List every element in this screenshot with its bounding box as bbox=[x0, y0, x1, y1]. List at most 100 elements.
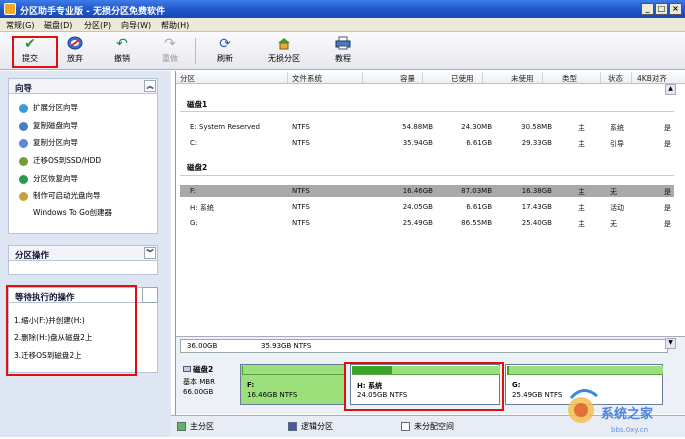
table-cell: NTFS bbox=[292, 219, 310, 227]
table-cell: 35.94GB bbox=[402, 139, 433, 147]
col-type[interactable]: 类型 bbox=[562, 73, 577, 84]
menu-general[interactable]: 常规(G) bbox=[6, 20, 34, 31]
redo-button[interactable]: ↷ 重做 bbox=[150, 34, 190, 68]
legend-primary: 主分区 bbox=[177, 421, 214, 432]
expand-icon[interactable]: ︾ bbox=[144, 247, 156, 259]
menu-wizard[interactable]: 向导(W) bbox=[121, 20, 151, 31]
disk2-info[interactable]: 磁盘2 基本 MBR 66.00GB bbox=[183, 364, 239, 405]
disk2-map-type: 基本 MBR bbox=[183, 378, 215, 386]
table-cell: C: bbox=[190, 139, 198, 147]
prev-disk-fs: 35.93GB NTFS bbox=[261, 342, 312, 350]
legend-logical-swatch bbox=[288, 422, 297, 431]
table-cell: 25.40GB bbox=[521, 219, 552, 227]
discard-icon bbox=[66, 36, 84, 52]
disk1-title: 磁盘1 bbox=[187, 100, 208, 109]
col-4k-aligned[interactable]: 4KB对齐 bbox=[637, 73, 667, 84]
legend-primary-swatch bbox=[177, 422, 186, 431]
table-cell: NTFS bbox=[292, 203, 310, 211]
disk2-map-name: 磁盘2 bbox=[183, 364, 239, 375]
table-cell: 29.33GB bbox=[521, 139, 552, 147]
col-status[interactable]: 状态 bbox=[608, 73, 623, 84]
menu-help[interactable]: 帮助(H) bbox=[161, 20, 189, 31]
partition-g-name: G: bbox=[512, 381, 521, 389]
col-capacity[interactable]: 容量 bbox=[400, 73, 415, 84]
undo-button[interactable]: ↶ 撤销 bbox=[102, 34, 142, 68]
wizard-item-copy-partition[interactable]: 复制分区向导 bbox=[19, 137, 78, 149]
divider bbox=[180, 175, 674, 176]
app-icon bbox=[4, 3, 16, 15]
title-bar: 分区助手专业版 - 无损分区免费软件 _ □ × bbox=[0, 0, 685, 18]
lossless-partition-button[interactable]: 无损分区 bbox=[262, 34, 306, 68]
wizard-item-bootable-cd[interactable]: 制作可启动光盘向导 bbox=[19, 190, 101, 202]
maximize-button[interactable]: □ bbox=[655, 3, 668, 15]
wizard-panel: 扩展分区向导 复制磁盘向导 复制分区向导 迁移OS到SSD/HDD 分区恢复向导… bbox=[8, 94, 158, 234]
prev-disk-strip: 36.00GB 35.93GB NTFS bbox=[180, 339, 668, 353]
scroll-down-icon[interactable]: ▼ bbox=[665, 338, 676, 349]
partition-g-info: 25.49GB NTFS bbox=[512, 391, 563, 399]
toolbar-separator bbox=[195, 38, 196, 64]
extend-icon bbox=[19, 103, 28, 113]
wizard-item-recovery[interactable]: 分区恢复向导 bbox=[19, 173, 78, 185]
table-cell: 系统 bbox=[610, 124, 624, 132]
table-cell: 87.03MB bbox=[461, 187, 492, 195]
wizard-item-extend[interactable]: 扩展分区向导 bbox=[19, 102, 78, 114]
prev-disk-size: 36.00GB bbox=[187, 342, 218, 350]
collapse-icon[interactable]: ︽ bbox=[144, 80, 156, 92]
table-cell: 主 bbox=[578, 124, 585, 132]
undo-icon: ↶ bbox=[116, 36, 128, 52]
wizard-item-copy-disk[interactable]: 复制磁盘向导 bbox=[19, 120, 78, 132]
svg-text:系统之家: 系统之家 bbox=[601, 406, 654, 422]
close-button[interactable]: × bbox=[669, 3, 682, 15]
partition-block-f[interactable]: F: 16.46GB NTFS bbox=[240, 364, 345, 405]
table-cell: 54.88MB bbox=[402, 123, 433, 131]
window-title: 分区助手专业版 - 无损分区免费软件 bbox=[20, 7, 166, 17]
table-cell: E: System Reserved bbox=[190, 123, 260, 131]
table-cell: G: bbox=[190, 219, 198, 227]
migrate-icon bbox=[19, 156, 28, 166]
table-cell: 86.55MB bbox=[461, 219, 492, 227]
redo-icon: ↷ bbox=[164, 36, 176, 52]
wizard-item-migrate-os[interactable]: 迁移OS到SSD/HDD bbox=[19, 155, 101, 167]
legend-unallocated: 未分配空间 bbox=[401, 421, 454, 432]
wizard-panel-header[interactable]: 向导 ︽ bbox=[8, 78, 158, 94]
table-cell: 17.43GB bbox=[521, 203, 552, 211]
svg-text:bbs.0xy.cn: bbs.0xy.cn bbox=[611, 426, 648, 434]
tutorial-button[interactable]: 教程 bbox=[323, 34, 363, 68]
vertical-scrollbar[interactable]: ▲ bbox=[665, 84, 676, 334]
disk2-title: 磁盘2 bbox=[187, 163, 208, 172]
menu-bar: 常规(G) 磁盘(D) 分区(P) 向导(W) 帮助(H) bbox=[0, 18, 685, 32]
col-partition[interactable]: 分区 bbox=[180, 73, 195, 84]
table-cell: 16.46GB bbox=[402, 187, 433, 195]
col-used[interactable]: 已使用 bbox=[451, 73, 474, 84]
table-cell: 引导 bbox=[610, 140, 624, 148]
left-sidebar: 向导 ︽ 扩展分区向导 复制磁盘向导 复制分区向导 迁移OS到SSD/HDD 分… bbox=[0, 71, 171, 437]
disk2-map-size: 66.00GB bbox=[183, 388, 214, 396]
table-cell: 主 bbox=[578, 220, 585, 228]
minimize-button[interactable]: _ bbox=[641, 3, 654, 15]
table-cell: H: 系统 bbox=[190, 204, 214, 212]
table-cell: 主 bbox=[578, 140, 585, 148]
refresh-button[interactable]: ⟳ 刷新 bbox=[205, 34, 245, 68]
table-cell: 16.38GB bbox=[521, 187, 552, 195]
legend-logical: 逻辑分区 bbox=[288, 421, 333, 432]
table-cell: F: bbox=[190, 187, 196, 195]
cd-icon bbox=[19, 191, 28, 201]
menu-partition[interactable]: 分区(P) bbox=[84, 20, 111, 31]
pending-toggle-icon[interactable] bbox=[142, 287, 158, 303]
wizard-item-windows-to-go[interactable]: Windows To Go创建器 bbox=[19, 207, 112, 219]
table-cell: 30.58MB bbox=[521, 123, 552, 131]
partition-ops-header[interactable]: 分区操作 ︾ bbox=[8, 245, 158, 261]
menu-disk[interactable]: 磁盘(D) bbox=[44, 20, 72, 31]
discard-button[interactable]: 放弃 bbox=[55, 34, 95, 68]
table-cell: NTFS bbox=[292, 123, 310, 131]
table-cell: 6.61GB bbox=[466, 139, 492, 147]
disk-icon bbox=[19, 121, 28, 131]
col-filesystem[interactable]: 文件系统 bbox=[292, 73, 322, 84]
table-cell: 24.30MB bbox=[461, 123, 492, 131]
toolbar: ✔ 提交 放弃 ↶ 撤销 ↷ 重做 ⟳ 刷新 无损分区 教程 bbox=[0, 32, 685, 70]
table-cell: 无 bbox=[610, 188, 617, 196]
scroll-up-icon[interactable]: ▲ bbox=[665, 84, 676, 95]
watermark-logo: 系统之家 bbs.0xy.cn bbox=[568, 389, 654, 434]
col-unused[interactable]: 未使用 bbox=[511, 73, 534, 84]
highlight-partition-h bbox=[344, 362, 504, 411]
